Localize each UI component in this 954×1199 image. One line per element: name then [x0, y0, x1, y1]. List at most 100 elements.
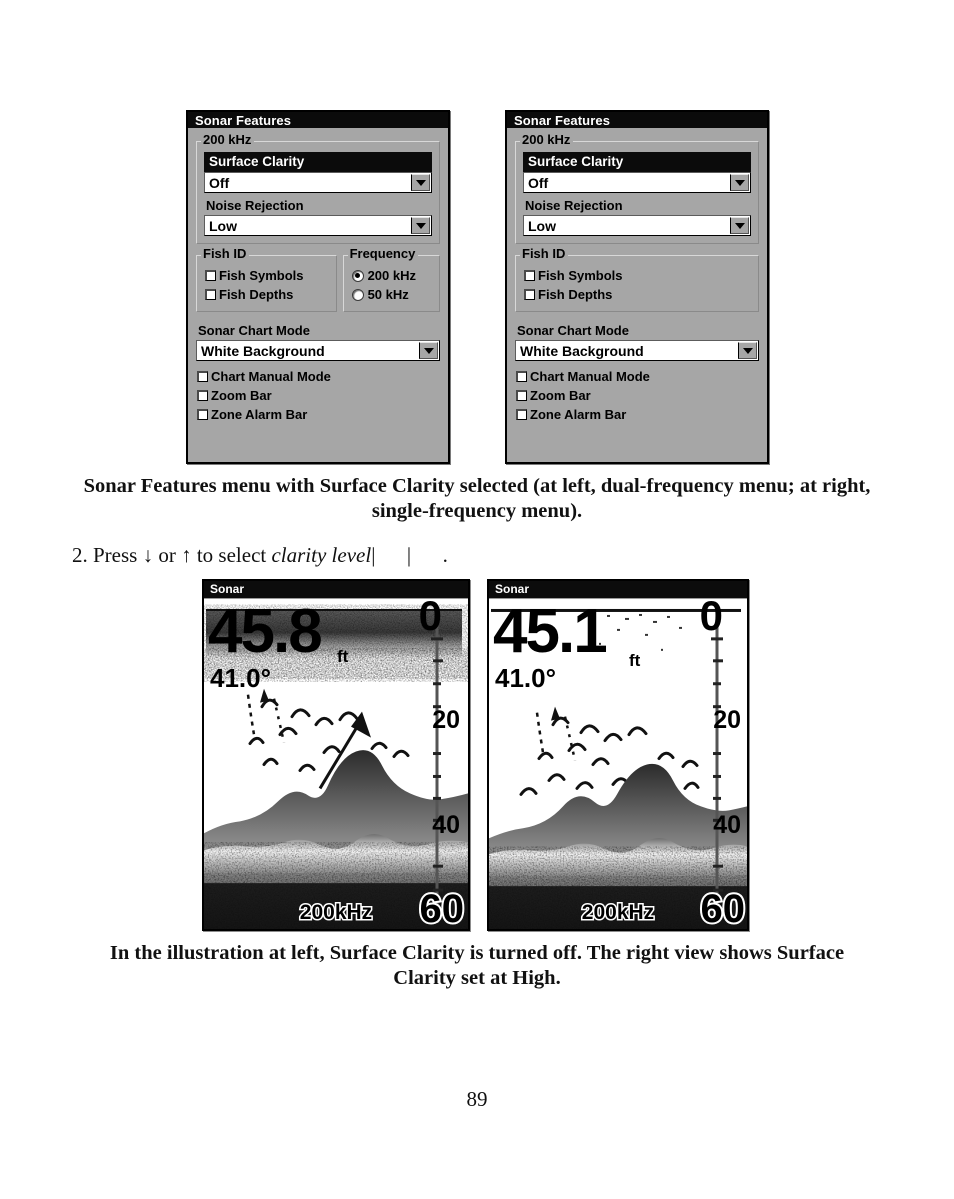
radio-unselected-icon[interactable] — [351, 288, 364, 301]
checkbox-icon[interactable] — [516, 371, 527, 382]
group-fish-id-legend: Fish ID — [520, 247, 569, 261]
step-italic-term: clarity level — [271, 543, 372, 567]
sonar-title-bar: Sonar — [489, 581, 747, 598]
checkbox-icon[interactable] — [516, 409, 527, 420]
checkbox-icon[interactable] — [197, 390, 208, 401]
surface-clarity-value: Off — [209, 175, 230, 191]
noise-rejection-value: Low — [209, 218, 237, 234]
depth-readout: 45.8 — [208, 598, 323, 666]
group-200khz-legend: 200 kHz — [201, 133, 255, 147]
depth-scale-label-40: 40 — [432, 811, 460, 839]
checkbox-row-zone-alarm-bar[interactable]: Zone Alarm Bar — [196, 405, 440, 424]
radio-label: 200 kHz — [367, 268, 416, 283]
noise-rejection-label: Noise Rejection — [206, 198, 304, 213]
checkbox-icon[interactable] — [197, 371, 208, 382]
checkbox-icon[interactable] — [524, 289, 535, 300]
group-frequency: Frequency 200 kHz 50 kHz — [342, 247, 440, 312]
chevron-down-icon[interactable] — [730, 217, 749, 234]
surface-clarity-value: Off — [528, 175, 549, 191]
checkbox-row-chart-manual-mode[interactable]: Chart Manual Mode — [515, 367, 759, 386]
checkbox-label: Zone Alarm Bar — [530, 407, 627, 422]
chevron-down-icon[interactable] — [411, 174, 430, 191]
surface-clarity-dropdown[interactable]: Off — [523, 172, 751, 193]
radio-label: 50 kHz — [367, 287, 409, 302]
checkbox-label: Zoom Bar — [211, 388, 272, 403]
sonar-chart-mode-dropdown[interactable]: White Background — [515, 340, 759, 361]
checkbox-label: Fish Depths — [538, 287, 613, 302]
group-fish-id: Fish ID Fish Symbols Fish Depths — [515, 247, 759, 312]
checkbox-label: Fish Symbols — [538, 268, 623, 283]
menu-title-bar: Sonar Features — [507, 112, 767, 128]
sonar-chart-mode-label: Sonar Chart Mode — [198, 323, 310, 338]
sonar-chart-mode-value: White Background — [520, 343, 644, 359]
menu-item-surface-clarity[interactable]: Surface Clarity — [523, 152, 751, 172]
checkbox-icon[interactable] — [205, 289, 216, 300]
menu-body: 200 kHz Surface Clarity Off Noise Reject… — [507, 128, 767, 424]
sonar-figure-caption: In the illustration at left, Surface Cla… — [109, 942, 845, 989]
checkbox-row-chart-manual-mode[interactable]: Chart Manual Mode — [196, 367, 440, 386]
noise-rejection-label: Noise Rejection — [525, 198, 623, 213]
noise-rejection-dropdown[interactable]: Low — [204, 215, 432, 236]
group-fish-id-legend: Fish ID — [201, 247, 250, 261]
fishid-row: Fish ID Fish Symbols Fish Depths — [515, 247, 759, 312]
checkbox-row-zone-alarm-bar[interactable]: Zone Alarm Bar — [515, 405, 759, 424]
checkbox-row-fish-depths[interactable]: Fish Depths — [523, 285, 751, 304]
radio-row-50khz[interactable]: 50 kHz — [351, 285, 432, 304]
frequency-readout: 200kHz — [580, 900, 655, 926]
checkbox-row-fish-depths[interactable]: Fish Depths — [204, 285, 329, 304]
chevron-down-icon[interactable] — [411, 217, 430, 234]
depth-unit-label: ft — [337, 647, 349, 666]
sonar-features-menu-single-frequency: Sonar Features 200 kHz Surface Clarity O… — [505, 110, 769, 464]
checkbox-icon[interactable] — [197, 409, 208, 420]
frequency-readout: 200kHz — [298, 900, 373, 926]
radio-row-200khz[interactable]: 200 kHz — [351, 266, 432, 285]
group-200khz: 200 kHz Surface Clarity Off Noise Reject… — [196, 133, 440, 244]
checkbox-row-zoom-bar[interactable]: Zoom Bar — [515, 386, 759, 405]
sonar-chart-mode-dropdown[interactable]: White Background — [196, 340, 440, 361]
menus-figure-caption: Sonar Features menu with Surface Clarity… — [83, 475, 871, 522]
checkbox-row-zoom-bar[interactable]: Zoom Bar — [196, 386, 440, 405]
depth-readout: 45.1 — [493, 598, 608, 666]
checkbox-row-fish-symbols[interactable]: Fish Symbols — [204, 266, 329, 285]
surface-clarity-dropdown[interactable]: Off — [204, 172, 432, 193]
depth-scale-label-0: 0 — [699, 598, 723, 639]
checkbox-label: Chart Manual Mode — [211, 369, 331, 384]
chevron-down-icon[interactable] — [419, 342, 438, 359]
group-200khz-legend: 200 kHz — [520, 133, 574, 147]
sonar-display-area: 45.8 ft 41.0° 200kHz 0 20 40 60 — [204, 598, 468, 929]
group-fish-id: Fish ID Fish Symbols Fish Depths — [196, 247, 337, 312]
checkbox-icon[interactable] — [516, 390, 527, 401]
checkbox-icon[interactable] — [524, 270, 535, 281]
depth-scale-label-60: 60 — [699, 887, 747, 929]
temperature-readout: 41.0° — [495, 663, 557, 693]
step-prefix: 2. Press ↓ or ↑ to select — [72, 543, 272, 567]
sonar-screenshot-surface-clarity-high: Sonar 45.1 ft 41.0° 200kHz 0 20 40 60 — [487, 579, 749, 931]
group-200khz: 200 kHz Surface Clarity Off Noise Reject… — [515, 133, 759, 244]
sonar-chart-mode-value: White Background — [201, 343, 325, 359]
noise-rejection-dropdown[interactable]: Low — [523, 215, 751, 236]
menu-item-surface-clarity[interactable]: Surface Clarity — [204, 152, 432, 172]
radio-selected-icon[interactable] — [351, 269, 364, 282]
depth-scale-label-20: 20 — [713, 706, 741, 734]
depth-scale-label-60: 60 — [418, 887, 466, 929]
checkbox-label: Zone Alarm Bar — [211, 407, 308, 422]
menu-title-bar: Sonar Features — [188, 112, 448, 128]
checkbox-icon[interactable] — [205, 270, 216, 281]
checkbox-label: Fish Depths — [219, 287, 294, 302]
chevron-down-icon[interactable] — [738, 342, 757, 359]
sonar-display-area: 45.1 ft 41.0° 200kHz 0 20 40 60 — [489, 598, 747, 929]
page-number: 89 — [466, 1087, 488, 1111]
group-frequency-legend: Frequency — [347, 247, 419, 261]
depth-unit-label: ft — [629, 651, 641, 670]
depth-scale-label-20: 20 — [432, 706, 460, 734]
sonar-screenshot-surface-clarity-off: Sonar 45.8 ft 41.0° 200kHz 0 20 40 60 — [202, 579, 470, 931]
chevron-down-icon[interactable] — [730, 174, 749, 191]
fishid-frequency-row: Fish ID Fish Symbols Fish Depths Frequen… — [196, 247, 440, 312]
checkbox-row-fish-symbols[interactable]: Fish Symbols — [523, 266, 751, 285]
temperature-readout: 41.0° — [210, 663, 272, 693]
noise-rejection-value: Low — [528, 218, 556, 234]
checkbox-label: Zoom Bar — [530, 388, 591, 403]
depth-scale-label-40: 40 — [713, 811, 741, 839]
step-instruction-2: 2. Press ↓ or ↑ to select clarity level|… — [72, 542, 448, 568]
checkbox-label: Fish Symbols — [219, 268, 304, 283]
